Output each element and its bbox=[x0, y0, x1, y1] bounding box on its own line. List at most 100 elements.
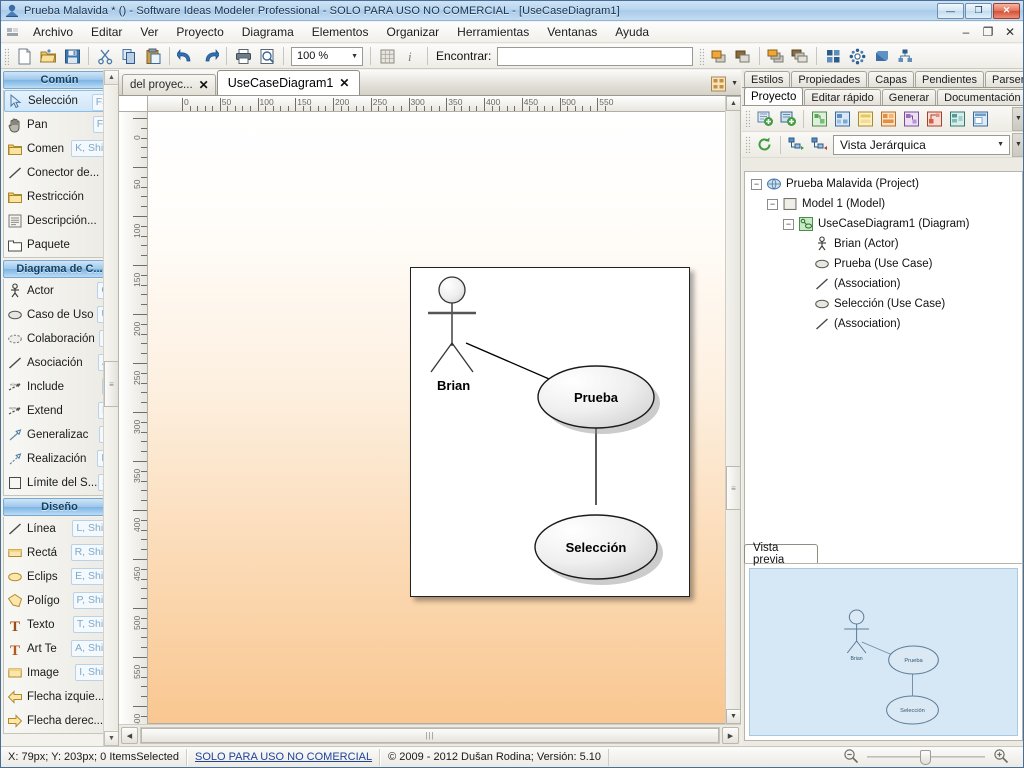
toolbar-overflow-button-2[interactable]: ▼ bbox=[1012, 132, 1023, 157]
radial-layout-icon[interactable] bbox=[846, 46, 868, 67]
open-folder-icon[interactable] bbox=[37, 46, 59, 67]
right-panel-tab[interactable]: Generar bbox=[881, 89, 937, 105]
undo-icon[interactable] bbox=[175, 46, 197, 67]
project-toolbar-grip-2[interactable] bbox=[745, 136, 750, 153]
diagram-yellow-icon[interactable] bbox=[854, 108, 877, 130]
toolbar-grip-2[interactable] bbox=[699, 47, 705, 65]
right-panel-tab[interactable]: Proyecto bbox=[744, 87, 804, 105]
toolbox-item[interactable]: GeneralizacZ bbox=[4, 423, 115, 447]
close-button[interactable]: ✕ bbox=[993, 2, 1020, 19]
view-mode-combobox[interactable]: Vista Jerárquica ▼ bbox=[833, 134, 1010, 155]
tree-node[interactable]: Selección (Use Case) bbox=[745, 294, 1022, 314]
toolbox-scroll-track[interactable]: ≡ bbox=[104, 86, 118, 730]
toolbox-scroll-thumb[interactable]: ≡ bbox=[104, 361, 118, 407]
preview-canvas[interactable]: Brian Prueba Selección bbox=[749, 568, 1018, 736]
tree-node[interactable]: − UseCaseDiagram1 (Diagram) bbox=[745, 214, 1022, 234]
toolbox-item[interactable]: Límite del S...S bbox=[4, 471, 115, 495]
license-link[interactable]: SOLO PARA USO NO COMERCIAL bbox=[195, 751, 372, 763]
toolbox-item[interactable]: Caso de UsoU bbox=[4, 303, 115, 327]
print-preview-icon[interactable] bbox=[256, 46, 278, 67]
scroll-down-arrow-icon[interactable]: ▼ bbox=[104, 731, 118, 746]
menu-proyecto[interactable]: Proyecto bbox=[167, 23, 232, 41]
tree-expander-icon[interactable]: − bbox=[751, 178, 762, 190]
diagram-window-icon[interactable] bbox=[969, 108, 992, 130]
maximize-button[interactable]: ❐ bbox=[965, 2, 992, 19]
toolbox-item[interactable]: Paquete bbox=[4, 233, 115, 257]
grid-icon[interactable] bbox=[376, 46, 398, 67]
bring-forward-icon[interactable] bbox=[708, 46, 730, 67]
diagram-chooser-icon[interactable] bbox=[708, 74, 728, 93]
toolbox-item[interactable]: Comen K, Shift bbox=[4, 137, 115, 161]
scroll-up-arrow-icon[interactable]: ▲ bbox=[726, 96, 741, 111]
toolbox-item[interactable]: T Texto T, Shift bbox=[4, 613, 115, 637]
diagram-blue-icon[interactable] bbox=[831, 108, 854, 130]
close-icon[interactable]: ✕ bbox=[199, 78, 209, 92]
toolbox-item[interactable]: ActorC bbox=[4, 279, 115, 303]
toolbox-group-header[interactable]: Común bbox=[3, 71, 116, 89]
close-icon[interactable]: ✕ bbox=[339, 76, 349, 90]
right-panel-tab[interactable]: Documentación bbox=[937, 89, 1023, 105]
tree-node[interactable]: − Prueba Malavida (Project) bbox=[745, 174, 1022, 194]
chevron-down-icon[interactable]: ▼ bbox=[731, 80, 738, 87]
diagram-page[interactable]: Brian Prueba Selección bbox=[410, 267, 690, 597]
tree-node[interactable]: − Model 1 (Model) bbox=[745, 194, 1022, 214]
menu-ayuda[interactable]: Ayuda bbox=[606, 23, 658, 41]
menu-archivo[interactable]: Archivo bbox=[24, 23, 82, 41]
project-tree[interactable]: − Prueba Malavida (Project) − Model 1 (Mode… bbox=[744, 171, 1023, 601]
print-icon[interactable] bbox=[232, 46, 254, 67]
copy-icon[interactable] bbox=[118, 46, 140, 67]
diagram-red-icon[interactable] bbox=[923, 108, 946, 130]
toolbox-item[interactable]: RealizaciónR bbox=[4, 447, 115, 471]
toolbox-item[interactable]: PanF4 bbox=[4, 113, 115, 137]
right-panel-tab[interactable]: Editar rápido bbox=[804, 89, 881, 105]
toolbox-item[interactable]: Polígo P, Shift bbox=[4, 589, 115, 613]
scroll-up-arrow-icon[interactable]: ▲ bbox=[104, 70, 118, 85]
zoom-slider-thumb[interactable] bbox=[920, 750, 931, 765]
toolbox-item[interactable]: «e»ExtendE bbox=[4, 399, 115, 423]
toolbox-group-header[interactable]: Diseño bbox=[3, 498, 116, 516]
toolbox-item[interactable]: Selección F3 bbox=[4, 90, 115, 112]
scroll-left-arrow-icon[interactable]: ◀ bbox=[121, 727, 138, 744]
toolbox-item[interactable]: «i»IncludeI bbox=[4, 375, 115, 399]
tree-expander-icon[interactable]: − bbox=[767, 198, 778, 210]
right-panel-tab[interactable]: Propiedades bbox=[791, 71, 868, 87]
send-to-back-icon[interactable] bbox=[789, 46, 811, 67]
project-toolbar-grip[interactable] bbox=[745, 110, 750, 127]
find-input[interactable] bbox=[497, 46, 694, 66]
info-icon[interactable]: i bbox=[400, 46, 422, 67]
toolbox-scrollbar[interactable]: ▲ ≡ ▼ bbox=[103, 70, 118, 746]
mdi-restore-button[interactable]: ❐ bbox=[981, 25, 995, 39]
menu-organizar[interactable]: Organizar bbox=[377, 23, 448, 41]
expand-tree-icon[interactable] bbox=[785, 134, 808, 156]
right-panel-tab[interactable]: Pendientes bbox=[914, 71, 985, 87]
toolbox-item[interactable]: Línea L, Shift bbox=[4, 517, 115, 541]
canvas-horizontal-scrollbar[interactable]: ◀ ||| ▶ bbox=[119, 724, 741, 746]
right-panel-tab[interactable]: Capas bbox=[868, 71, 914, 87]
menu-diagrama[interactable]: Diagrama bbox=[233, 23, 303, 41]
layout-grid-icon[interactable] bbox=[822, 46, 844, 67]
cut-scissors-icon[interactable] bbox=[94, 46, 116, 67]
tree-node[interactable]: (Association) bbox=[745, 314, 1022, 334]
tree-node[interactable]: Prueba (Use Case) bbox=[745, 254, 1022, 274]
status-license[interactable]: SOLO PARA USO NO COMERCIAL bbox=[187, 748, 381, 766]
zoom-combobox[interactable]: 100 % ▼ bbox=[291, 46, 363, 66]
canvas-hscroll-track[interactable]: ||| bbox=[140, 727, 720, 744]
menu-ventanas[interactable]: Ventanas bbox=[538, 23, 606, 41]
minimize-button[interactable]: — bbox=[937, 2, 964, 19]
menu-editar[interactable]: Editar bbox=[82, 23, 131, 41]
canvas-hscroll-thumb[interactable]: ||| bbox=[141, 728, 719, 743]
bring-to-front-icon[interactable] bbox=[765, 46, 787, 67]
toolbox-item[interactable]: Rectá R, Shift bbox=[4, 541, 115, 565]
diagram-green-icon[interactable] bbox=[808, 108, 831, 130]
tree-node[interactable]: (Association) bbox=[745, 274, 1022, 294]
tab-vista-previa[interactable]: Vista previa bbox=[744, 542, 818, 566]
toolbox-item[interactable]: Descripción... bbox=[4, 209, 115, 233]
toolbox-item[interactable]: Flecha derec... bbox=[4, 709, 115, 733]
canvas-vertical-scrollbar[interactable]: ▲ ≡ ▼ bbox=[725, 96, 741, 724]
zoom-out-icon[interactable] bbox=[843, 748, 859, 767]
toolbox-item[interactable]: Eclips E, Shift bbox=[4, 565, 115, 589]
tree-layout-icon[interactable] bbox=[894, 46, 916, 67]
send-backward-icon[interactable] bbox=[732, 46, 754, 67]
redo-icon[interactable] bbox=[199, 46, 221, 67]
add-model-icon[interactable] bbox=[776, 108, 799, 130]
